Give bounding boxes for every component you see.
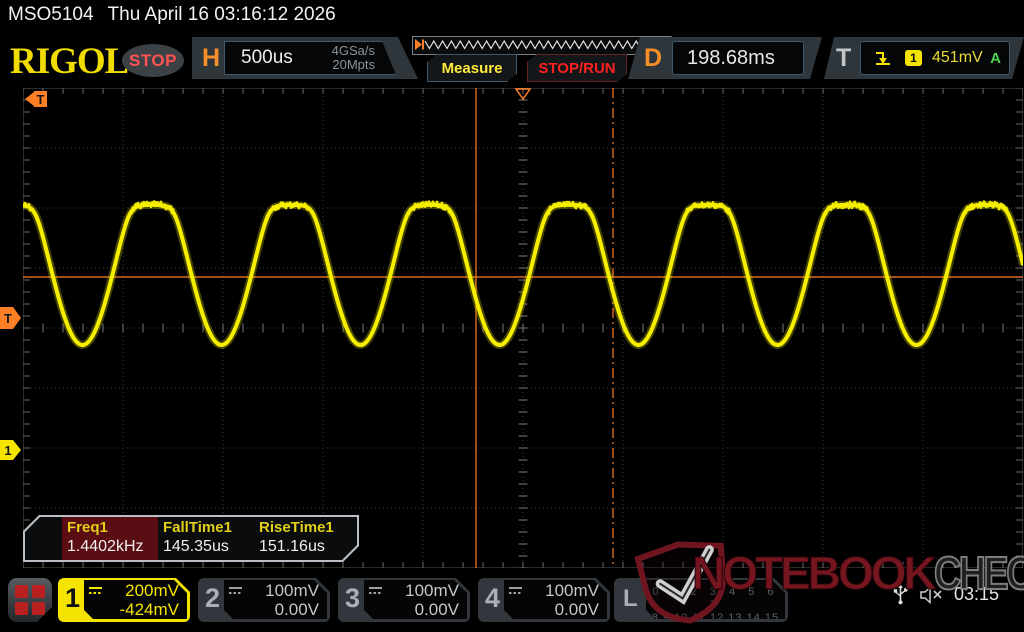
sample-rate: 4GSa/s	[332, 43, 375, 58]
tray-clock: 03:15	[954, 584, 999, 605]
timebase-display[interactable]: 500us 4GSa/s 20Mpts	[224, 41, 396, 75]
dc-coupling-icon	[88, 586, 103, 596]
trigger-offscreen-marker[interactable]: T	[25, 91, 47, 107]
rigol-logo: RIGOL	[10, 40, 128, 83]
waveform-graticule: T	[23, 88, 1023, 568]
dc-coupling-icon	[228, 586, 243, 596]
datetime: Thu April 16 03:16:12 2026	[108, 4, 336, 25]
trigger-level-value: 451mV	[932, 49, 983, 67]
run-state-badge: STOP	[122, 44, 184, 77]
measurement-freq1[interactable]: Freq1 1.4402kHz	[67, 519, 159, 556]
channel-status-bar: 1 200mV -424mV 2 100mV 0.00V 3	[0, 574, 1024, 630]
delay-label: D	[644, 37, 662, 79]
speaker-muted-icon	[920, 585, 946, 605]
delay-menu-box[interactable]: D 198.68ms	[628, 37, 822, 79]
channel1-offset-flag[interactable]: 1	[0, 440, 22, 460]
svg-text:T: T	[37, 92, 45, 107]
dc-coupling-icon	[368, 586, 383, 596]
acquisition-rates: 4GSa/s 20Mpts	[332, 44, 375, 72]
measurement-risetime1[interactable]: RiseTime1 151.16us	[259, 519, 351, 556]
channel3-offset: 0.00V	[415, 600, 459, 619]
channel4-offset: 0.00V	[555, 600, 599, 619]
channel2-box[interactable]: 2 100mV 0.00V	[198, 578, 330, 622]
model-name: MSO5104	[8, 4, 94, 25]
memory-waveform-preview	[413, 37, 669, 52]
channel3-box[interactable]: 3 100mV 0.00V	[338, 578, 470, 622]
horizontal-position-strip[interactable]	[412, 36, 672, 55]
channel1-box[interactable]: 1 200mV -424mV	[58, 578, 190, 622]
channel2-offset: 0.00V	[275, 600, 319, 619]
trigger-menu-box[interactable]: T 1 451mV A	[824, 37, 1024, 79]
channel1-scale: 200mV	[125, 581, 179, 600]
main-menu-button[interactable]	[8, 578, 52, 622]
status-bar: MSO5104 Thu April 16 03:16:12 2026	[8, 4, 336, 26]
trigger-source-badge: 1	[905, 50, 922, 66]
logic-channels-box[interactable]: L 0 1 2 3 4 5 6 7 8 9 10 11 12 13 14 15	[614, 578, 788, 622]
trigger-display[interactable]: 1 451mV A	[860, 41, 1010, 75]
trigger-falling-edge-icon	[873, 50, 893, 67]
channel3-scale: 100mV	[405, 581, 459, 600]
menu-grid-icon	[15, 585, 45, 615]
timebase-value: 500us	[241, 47, 293, 69]
stop-run-button[interactable]: STOP/RUN	[527, 54, 627, 82]
channel4-scale: 100mV	[545, 581, 599, 600]
channel1-offset: -424mV	[119, 600, 179, 619]
horizontal-menu-box[interactable]: H 500us 4GSa/s 20Mpts	[192, 37, 418, 79]
channel2-scale: 100mV	[265, 581, 319, 600]
measurement-falltime1[interactable]: FallTime1 145.35us	[163, 519, 255, 556]
svg-text:1: 1	[4, 443, 11, 458]
trigger-label: T	[836, 37, 851, 79]
measurement-panel: Freq1 1.4402kHz FallTime1 145.35us RiseT…	[23, 515, 359, 562]
delay-display[interactable]: 198.68ms	[672, 41, 804, 75]
trigger-level-flag[interactable]: T	[0, 307, 22, 329]
memory-depth: 20Mpts	[332, 57, 375, 72]
svg-text:T: T	[4, 311, 12, 326]
channel4-box[interactable]: 4 100mV 0.00V	[478, 578, 610, 622]
trigger-sweep-mode: A	[990, 50, 1001, 67]
usb-icon	[893, 584, 908, 605]
logic-channel-numbers: 0 1 2 3 4 5 6 7 8 9 10 11 12 13 14 15	[646, 580, 785, 619]
horizontal-label: H	[202, 37, 220, 79]
dc-coupling-icon	[508, 586, 523, 596]
measure-button[interactable]: Measure	[427, 54, 517, 82]
delay-value: 198.68ms	[687, 47, 775, 70]
system-tray: 03:15	[893, 584, 999, 605]
